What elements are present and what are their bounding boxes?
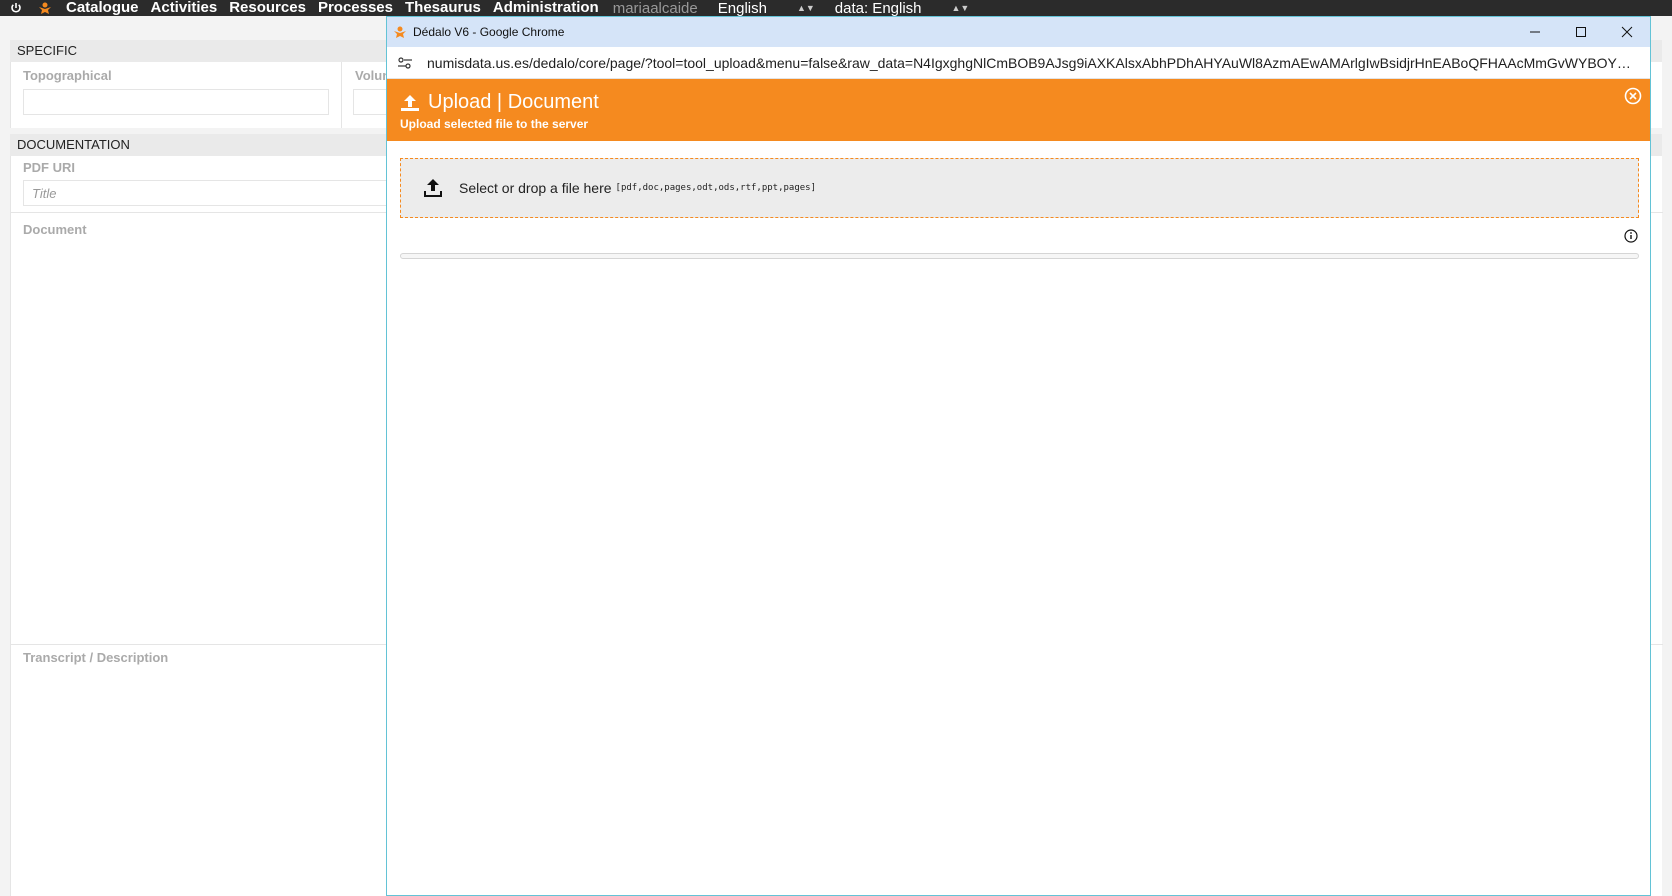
transcript-description-label: Transcript / Description bbox=[23, 650, 169, 665]
dropzone-text: Select or drop a file here bbox=[459, 180, 612, 196]
pdf-uri-label: PDF URI bbox=[23, 160, 75, 175]
tool-header: Upload | Document Upload selected file t… bbox=[387, 79, 1650, 141]
upload-popup-window: Dédalo V6 - Google Chrome numisdata.us.e… bbox=[386, 16, 1651, 896]
file-dropzone[interactable]: Select or drop a file here [pdf,doc,page… bbox=[400, 158, 1639, 218]
power-icon[interactable] bbox=[10, 2, 26, 14]
top-navigation: Catalogue Activities Resources Processes… bbox=[0, 0, 1672, 16]
nav-activities[interactable]: Activities bbox=[151, 0, 218, 15]
tool-subtitle: Upload selected file to the server bbox=[400, 117, 589, 131]
close-window-button[interactable] bbox=[1604, 17, 1650, 47]
nav-resources[interactable]: Resources bbox=[229, 0, 306, 15]
minimize-icon bbox=[1530, 31, 1540, 33]
allowed-extensions: [pdf,doc,pages,odt,ods,rtf,ppt,pages] bbox=[615, 183, 817, 193]
window-titlebar[interactable]: Dédalo V6 - Google Chrome bbox=[387, 17, 1650, 47]
site-settings-icon[interactable] bbox=[397, 56, 417, 70]
upload-progress-bar bbox=[400, 253, 1639, 259]
tool-title-text: Upload | Document bbox=[428, 91, 599, 113]
language-select[interactable]: English ▲▼ bbox=[718, 0, 815, 16]
upload-icon bbox=[401, 94, 419, 111]
topographical-input[interactable] bbox=[23, 89, 329, 115]
dedalo-logo-icon[interactable] bbox=[38, 1, 54, 15]
info-icon[interactable] bbox=[1624, 229, 1638, 243]
volume-label: Volun bbox=[355, 68, 391, 83]
user-name[interactable]: mariaalcaide bbox=[613, 0, 698, 16]
select-arrows-icon: ▲▼ bbox=[951, 3, 970, 13]
maximize-icon bbox=[1576, 27, 1586, 37]
address-bar[interactable]: numisdata.us.es/dedalo/core/page/?tool=t… bbox=[387, 47, 1650, 79]
dedalo-favicon-icon bbox=[393, 24, 409, 40]
nav-catalogue[interactable]: Catalogue bbox=[66, 0, 139, 15]
page-url[interactable]: numisdata.us.es/dedalo/core/page/?tool=t… bbox=[427, 55, 1637, 71]
topographical-label: Topographical bbox=[23, 68, 112, 83]
window-title: Dédalo V6 - Google Chrome bbox=[413, 25, 565, 39]
title-placeholder: Title bbox=[32, 186, 57, 201]
tool-title: Upload | Document bbox=[400, 91, 599, 114]
pdf-uri-title-input[interactable]: Title bbox=[23, 180, 403, 206]
close-tool-icon[interactable] bbox=[1624, 87, 1642, 105]
language-select-value: English bbox=[717, 0, 767, 16]
nav-processes[interactable]: Processes bbox=[318, 0, 393, 15]
upload-file-icon bbox=[423, 178, 445, 198]
data-language-select[interactable]: data: English ▲▼ bbox=[835, 0, 970, 16]
minimize-button[interactable] bbox=[1512, 17, 1558, 47]
select-arrows-icon: ▲▼ bbox=[796, 3, 815, 13]
field-divider bbox=[341, 62, 342, 128]
close-icon bbox=[1621, 26, 1633, 38]
document-label: Document bbox=[23, 222, 87, 237]
maximize-button[interactable] bbox=[1558, 17, 1604, 47]
nav-administration[interactable]: Administration bbox=[493, 0, 599, 15]
data-language-select-value: data: English bbox=[834, 0, 922, 16]
nav-thesaurus[interactable]: Thesaurus bbox=[405, 0, 481, 15]
